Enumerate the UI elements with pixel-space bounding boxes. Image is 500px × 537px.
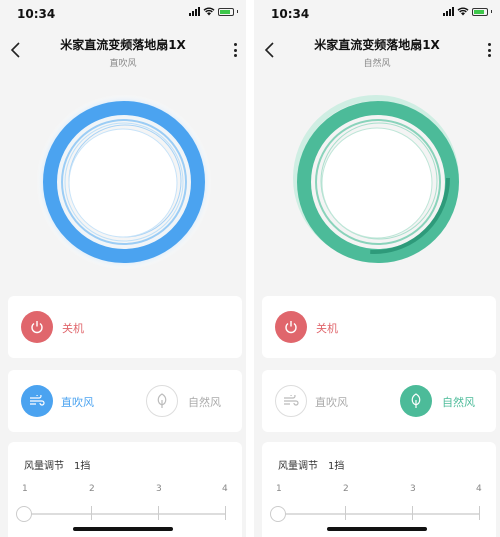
direct-wind-button[interactable]	[275, 385, 307, 417]
status-time: 10:34	[271, 7, 310, 21]
more-icon[interactable]	[486, 43, 492, 57]
divider	[246, 0, 254, 537]
mode-card: 直吹风 自然风	[262, 370, 496, 432]
page-title: 米家直流变频落地扇1X	[314, 38, 440, 52]
power-card: 关机	[8, 296, 242, 358]
home-indicator	[73, 527, 173, 531]
nav-bar: 米家直流变频落地扇1X 自然风	[254, 30, 500, 70]
status-icons	[189, 7, 238, 16]
fan-dial	[293, 95, 459, 263]
home-indicator	[327, 527, 427, 531]
speed-tick-label: 3	[410, 484, 416, 494]
wifi-icon	[457, 7, 469, 16]
speed-value: 1挡	[74, 461, 91, 472]
direct-wind-label: 直吹风	[61, 396, 94, 409]
speed-slider-thumb[interactable]	[16, 506, 32, 522]
natural-wind-label: 自然风	[442, 396, 475, 409]
status-time: 10:34	[17, 7, 56, 21]
power-icon	[285, 321, 297, 334]
battery-icon	[218, 7, 234, 16]
phone-screen-natural-wind: 10:34 米家直流变频落地扇1X 自然风 关机 直吹风 自然风 风量调节 1挡…	[254, 0, 500, 537]
status-bar: 10:34	[0, 0, 246, 26]
status-bar: 10:34	[254, 0, 500, 26]
speed-card: 风量调节 1挡 1 2 3 4	[262, 442, 496, 537]
speed-slider-thumb[interactable]	[270, 506, 286, 522]
power-button[interactable]	[275, 311, 307, 343]
mode-card: 直吹风 自然风	[8, 370, 242, 432]
direct-wind-button[interactable]	[21, 385, 53, 417]
speed-value: 1挡	[328, 461, 345, 472]
wind-icon	[30, 395, 45, 406]
speed-tick-label: 3	[156, 484, 162, 494]
speed-tick-label: 4	[222, 484, 228, 494]
power-card: 关机	[262, 296, 496, 358]
more-icon[interactable]	[232, 43, 238, 57]
power-icon	[31, 321, 43, 334]
nav-bar: 米家直流变频落地扇1X 直吹风	[0, 30, 246, 70]
fan-dial	[36, 94, 212, 270]
speed-tick-label: 2	[343, 484, 349, 494]
speed-tick-label: 1	[276, 484, 282, 494]
speed-slider-ticks	[24, 506, 226, 520]
natural-wind-label: 自然风	[188, 396, 221, 409]
signal-icon	[443, 7, 454, 16]
phone-screen-direct-wind: 10:34 米家直流变频落地扇1X 直吹风 关机 直吹风 自然风 风量调节 1挡…	[0, 0, 246, 537]
power-label: 关机	[62, 322, 84, 335]
speed-tick-label: 2	[89, 484, 95, 494]
natural-wind-button[interactable]	[400, 385, 432, 417]
wind-icon	[284, 395, 299, 406]
wifi-icon	[203, 7, 215, 16]
natural-wind-button[interactable]	[146, 385, 178, 417]
page-title: 米家直流变频落地扇1X	[60, 38, 186, 52]
speed-card: 风量调节 1挡 1 2 3 4	[8, 442, 242, 537]
speed-tick-label: 1	[22, 484, 28, 494]
page-subtitle: 自然风	[363, 59, 391, 69]
power-label: 关机	[316, 322, 338, 335]
power-button[interactable]	[21, 311, 53, 343]
speed-tick-label: 4	[476, 484, 482, 494]
page-subtitle: 直吹风	[109, 59, 137, 69]
signal-icon	[189, 7, 200, 16]
battery-icon	[472, 7, 488, 16]
speed-title: 风量调节	[24, 461, 64, 472]
leaf-icon	[411, 393, 421, 408]
status-icons	[443, 7, 492, 16]
speed-slider-ticks	[278, 506, 480, 520]
direct-wind-label: 直吹风	[315, 396, 348, 409]
leaf-icon	[157, 393, 167, 408]
speed-title: 风量调节	[278, 461, 318, 472]
